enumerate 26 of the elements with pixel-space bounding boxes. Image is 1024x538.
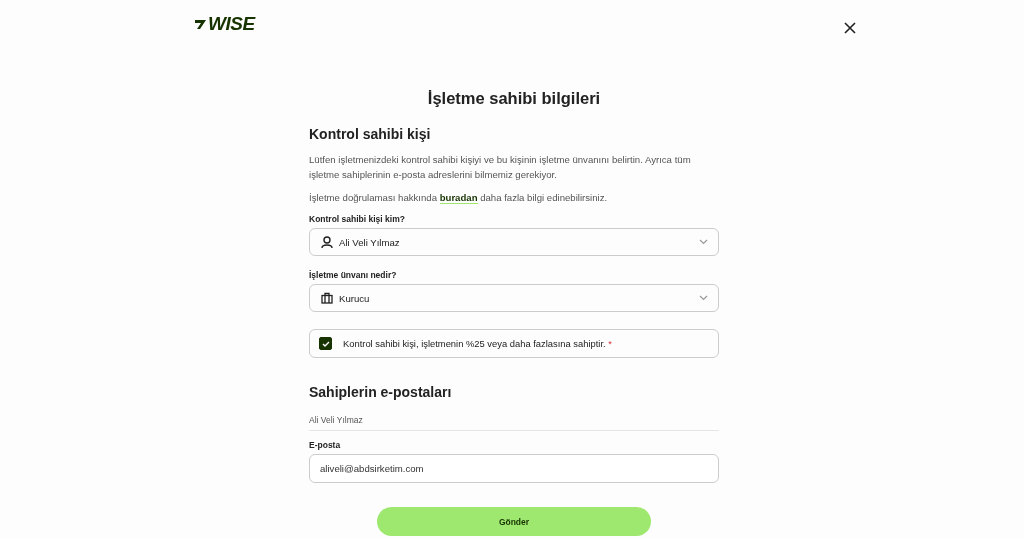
checkbox[interactable] bbox=[319, 337, 332, 350]
logo-wordmark: WISE bbox=[208, 13, 255, 35]
section-heading: Kontrol sahibi kişi bbox=[309, 126, 432, 142]
close-button[interactable] bbox=[842, 20, 858, 36]
chevron-down-icon bbox=[699, 239, 708, 245]
flag-icon bbox=[194, 18, 207, 30]
section-heading: Sahiplerin e-postaları bbox=[309, 384, 453, 400]
email-field[interactable]: aliveli@abdsirketim.com bbox=[309, 454, 719, 483]
page-title: İşletme sahibi bilgileri bbox=[426, 89, 602, 108]
dropdown-field[interactable]: Kurucu bbox=[309, 284, 719, 312]
person-icon bbox=[321, 236, 333, 248]
info-text: İşletme doğrulaması hakkında buradan daha fazla bilgi edinebilirsiniz. bbox=[309, 191, 609, 205]
field-label: Kontrol sahibi kişi kim? bbox=[309, 214, 406, 224]
owner-name: Ali Veli Yılmaz bbox=[309, 415, 719, 431]
briefcase-icon bbox=[321, 292, 333, 304]
check-icon bbox=[321, 340, 330, 347]
chevron-down-icon bbox=[699, 295, 708, 301]
required-mark: * bbox=[608, 338, 612, 349]
dropdown-field[interactable]: Ali Veli Yılmaz bbox=[309, 228, 719, 256]
description-text: Lütfen işletmenizdeki kontrol sahibi kişiyi ve bu kişinin işletme ünvanını belirtin. Ayrıca tüm işletme sahiplerinin e-posta adreslerini bilmemiz gerekiyor. bbox=[309, 153, 692, 182]
submit-button[interactable]: Gönder bbox=[377, 507, 651, 536]
field-label: İşletme ünvanı nedir? bbox=[309, 270, 398, 280]
info-link[interactable]: buradan bbox=[439, 192, 478, 204]
close-icon bbox=[844, 22, 856, 34]
field-label: E-posta bbox=[309, 440, 342, 450]
checkbox-label: Kontrol sahibi kişi, işletmenin %25 veya daha fazlasına sahiptir. bbox=[343, 338, 607, 349]
